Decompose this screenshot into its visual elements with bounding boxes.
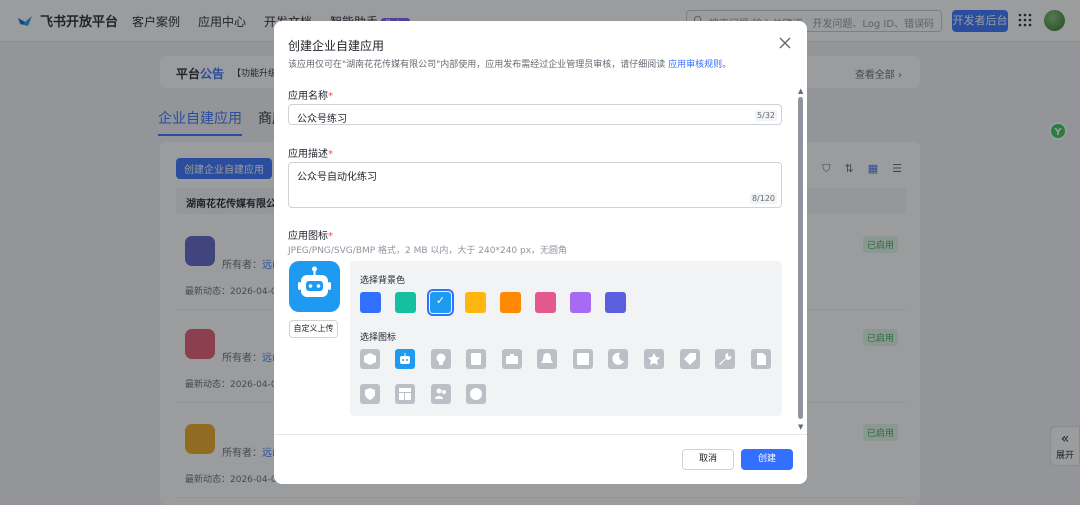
scroll-down-icon[interactable]: ▼ — [798, 423, 803, 431]
required-mark: * — [328, 149, 333, 160]
color-swatch[interactable] — [360, 292, 381, 313]
star-icon[interactable] — [644, 349, 664, 369]
custom-upload-button[interactable]: 自定义上传 — [289, 320, 338, 338]
color-swatch[interactable] — [605, 292, 626, 313]
icon-format-hint: JPEG/PNG/SVG/BMP 格式，2 MB 以内，大于 240*240 p… — [288, 246, 568, 256]
create-app-dialog: 创建企业自建应用 该应用仅可在"湖南花花传媒有限公司"内部使用，应用发布需经过企… — [274, 21, 807, 484]
dialog-description: 该应用仅可在"湖南花花传媒有限公司"内部使用，应用发布需经过企业管理员审核，请仔… — [288, 57, 731, 70]
app-icon-label-text: 应用图标 — [288, 231, 328, 242]
color-swatch[interactable] — [535, 292, 556, 313]
bg-color-label: 选择背景色 — [360, 276, 406, 286]
code-icon[interactable] — [466, 384, 486, 404]
users-icon[interactable] — [431, 384, 451, 404]
app-name-label: 应用名称* — [288, 87, 333, 102]
app-desc-textarea[interactable]: 公众号自动化练习 8/120 — [288, 162, 782, 208]
footer-divider — [274, 434, 807, 435]
dialog-description-tail: 。 — [722, 60, 732, 70]
color-swatch[interactable] — [395, 292, 416, 313]
color-swatch[interactable] — [427, 289, 454, 316]
close-icon[interactable] — [778, 36, 792, 50]
wrench-icon[interactable] — [715, 349, 735, 369]
color-swatch[interactable] — [500, 292, 521, 313]
image-check-icon[interactable] — [573, 349, 593, 369]
robot-choice-icon[interactable] — [395, 349, 415, 369]
layout-icon[interactable] — [395, 384, 415, 404]
moon-icon[interactable] — [608, 349, 628, 369]
cancel-button[interactable]: 取消 — [682, 449, 734, 470]
tag-icon[interactable] — [680, 349, 700, 369]
dialog-title: 创建企业自建应用 — [288, 39, 385, 53]
app-desc-label-text: 应用描述 — [288, 149, 328, 160]
app-name-label-text: 应用名称 — [288, 91, 328, 102]
app-name-input[interactable]: 公众号练习 5/32 — [288, 104, 782, 125]
icon-picker: 选择背景色 选择图标 — [350, 261, 782, 416]
app-icon-preview — [289, 261, 340, 312]
shield-check-icon[interactable] — [360, 384, 380, 404]
color-swatch[interactable] — [465, 292, 486, 313]
required-mark: * — [328, 91, 333, 102]
app-name-char-count: 5/32 — [755, 110, 777, 121]
dialog-scrollbar[interactable] — [798, 97, 803, 419]
app-desc-label: 应用描述* — [288, 145, 333, 160]
cube-icon[interactable] — [360, 349, 380, 369]
bulb-icon[interactable] — [431, 349, 451, 369]
app-name-value: 公众号练习 — [297, 114, 347, 125]
app-icon-label: 应用图标* — [288, 227, 333, 242]
color-swatch[interactable] — [570, 292, 591, 313]
dialog-description-text: 该应用仅可在"湖南花花传媒有限公司"内部使用，应用发布需经过企业管理员审核，请仔… — [288, 60, 666, 70]
robot-icon — [298, 266, 331, 297]
color-swatches — [360, 289, 626, 316]
review-rules-link[interactable]: 应用审核规则 — [668, 60, 722, 70]
briefcase-icon[interactable] — [502, 349, 522, 369]
scroll-up-icon[interactable]: ▲ — [798, 87, 803, 95]
document-icon[interactable] — [466, 349, 486, 369]
bell-icon[interactable] — [537, 349, 557, 369]
icon-choice-label: 选择图标 — [360, 333, 397, 343]
required-mark: * — [328, 231, 333, 242]
file-icon[interactable] — [751, 349, 771, 369]
create-button[interactable]: 创建 — [741, 449, 793, 470]
app-desc-char-count: 8/120 — [749, 193, 777, 204]
app-desc-value: 公众号自动化练习 — [297, 172, 377, 183]
